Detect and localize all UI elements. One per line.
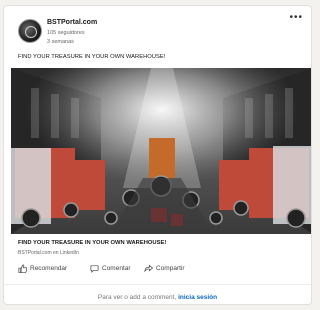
post-header: BSTPortal.com 105 seguidores 3 semanas •… [4, 6, 311, 56]
link-source: BSTPortal.com en LinkedIn [18, 250, 79, 256]
share-icon [144, 264, 153, 273]
author-name[interactable]: BSTPortal.com [47, 19, 97, 26]
share-label: Compartir [156, 265, 185, 272]
login-prompt-text: Para ver o add a comment, [97, 294, 179, 301]
follower-count: 105 seguidores [47, 30, 85, 36]
comment-label: Comentar [102, 265, 131, 272]
like-button[interactable]: Recomendar [18, 264, 67, 273]
post-card: BSTPortal.com 105 seguidores 3 semanas •… [3, 5, 312, 305]
like-label: Recomendar [30, 265, 68, 272]
post-timestamp: 3 semanas [47, 39, 74, 45]
post-text: FIND YOUR TREASURE IN YOUR OWN WAREHOUSE… [18, 54, 166, 60]
login-link[interactable]: inicia sesión [178, 294, 217, 301]
more-options-icon[interactable]: ••• [289, 13, 303, 23]
comment-button[interactable]: Comentar [90, 264, 131, 273]
action-bar: Recomendar Comentar Compartir [18, 264, 288, 278]
company-logo-avatar[interactable] [18, 19, 42, 43]
divider [4, 284, 311, 285]
post-image[interactable] [11, 68, 311, 234]
link-title[interactable]: FIND YOUR TREASURE IN YOUR OWN WAREHOUSE… [18, 240, 166, 246]
comment-login-prompt: Para ver o add a comment, inicia sesión [4, 294, 311, 301]
comment-icon [90, 265, 99, 273]
thumbs-up-icon [18, 264, 27, 273]
share-button[interactable]: Compartir [144, 264, 185, 273]
warehouse-image [11, 68, 311, 234]
